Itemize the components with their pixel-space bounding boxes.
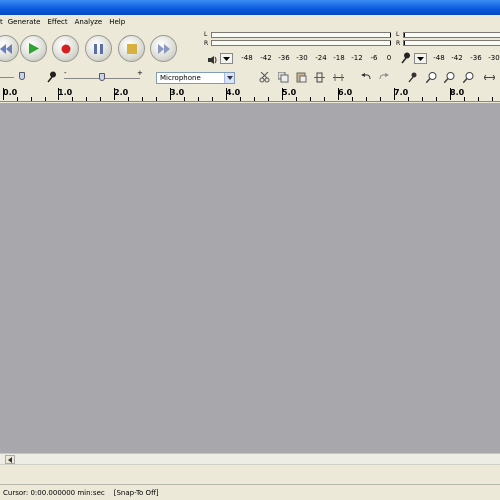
ruler-label: 0.0 xyxy=(3,88,18,97)
menu-generate[interactable]: Generate xyxy=(8,18,41,26)
redo-icon xyxy=(379,72,389,79)
paste-button[interactable] xyxy=(294,70,309,84)
snap-status-text: [Snap-To Off] xyxy=(113,488,159,497)
input-volume-slider[interactable] xyxy=(99,73,105,81)
output-volume-slider[interactable] xyxy=(19,72,25,80)
playback-left-label: L xyxy=(204,31,208,38)
trim-outside-button[interactable] xyxy=(312,70,327,84)
status-bar: Cursor: 0:00.000000 min:sec [Snap-To Off… xyxy=(0,484,500,500)
menu-bar: t Generate Effect Analyze Help xyxy=(0,15,500,29)
stop-icon xyxy=(126,43,137,54)
copy-icon xyxy=(278,71,289,82)
menu-help[interactable]: Help xyxy=(109,18,125,26)
playback-right-bar xyxy=(211,40,391,46)
record-left-label: L xyxy=(396,31,400,38)
fit-icon xyxy=(484,74,495,80)
trim-icon xyxy=(314,72,325,82)
cursor-position-text: Cursor: 0:00.000000 min:sec xyxy=(3,488,105,497)
zoom-in-button[interactable] xyxy=(424,70,439,84)
scissors-icon xyxy=(259,71,270,82)
output-volume-track xyxy=(0,77,14,78)
undo-icon xyxy=(361,72,371,79)
ruler-label: 5.0 xyxy=(282,88,297,97)
input-source-value: Microphone xyxy=(160,74,201,82)
menu-analyze[interactable]: Analyze xyxy=(75,18,103,26)
toolbar-area: L R L R -48 -42 -36 -30 -24 -18 -12 -6 0… xyxy=(0,29,500,87)
horizontal-scrollbar[interactable] xyxy=(0,453,500,464)
trim-button[interactable] xyxy=(257,70,272,84)
scroll-left-button[interactable] xyxy=(5,455,15,464)
sync-lock-button[interactable] xyxy=(405,70,420,84)
zoom-selection-icon xyxy=(463,71,474,83)
ruler-label: 6.0 xyxy=(338,88,353,97)
play-icon xyxy=(28,43,39,54)
selection-toolbar xyxy=(0,464,500,484)
record-meter[interactable]: L R xyxy=(396,31,500,53)
paste-icon xyxy=(296,72,307,82)
zoom-in-icon xyxy=(426,71,437,83)
microphone-icon xyxy=(44,70,59,84)
zoom-out-button[interactable] xyxy=(442,70,457,84)
ruler-label: 1.0 xyxy=(58,88,73,97)
input-volume-min-label: - xyxy=(64,69,67,77)
undo-button[interactable] xyxy=(359,70,374,84)
title-bar xyxy=(0,0,500,15)
ruler-label: 7.0 xyxy=(394,88,409,97)
menu-edit-partial[interactable]: t xyxy=(0,18,3,26)
playback-left-bar xyxy=(211,32,391,38)
record-left-bar xyxy=(403,32,500,38)
playback-meter[interactable]: L R xyxy=(204,31,394,53)
zoom-out-icon xyxy=(444,71,455,83)
fit-selection-button[interactable] xyxy=(461,70,476,84)
redo-button[interactable] xyxy=(376,70,391,84)
silence-button[interactable] xyxy=(331,70,346,84)
record-meter-scale: -48 -42 -36 -30 xyxy=(433,54,500,62)
ruler-label: 4.0 xyxy=(226,88,241,97)
menu-effect[interactable]: Effect xyxy=(47,18,67,26)
input-source-select[interactable]: Microphone xyxy=(156,72,235,84)
record-right-bar xyxy=(403,40,500,46)
skip-to-start-icon xyxy=(0,43,12,54)
copy-button[interactable] xyxy=(276,70,291,84)
record-right-label: R xyxy=(396,40,401,47)
chevron-left-icon xyxy=(8,456,12,463)
timeline-ruler[interactable]: 0.0 1.0 2.0 3.0 4.0 5.0 6.0 7.0 8.0 xyxy=(0,88,500,102)
microphone-icon xyxy=(407,72,416,82)
ruler-label: 3.0 xyxy=(170,88,185,97)
silence-icon xyxy=(333,73,344,81)
input-volume-max-label: + xyxy=(137,69,143,77)
track-panel[interactable] xyxy=(0,103,500,453)
chevron-down-icon xyxy=(224,73,234,83)
skip-to-end-icon xyxy=(157,43,170,54)
ruler-label: 8.0 xyxy=(450,88,465,97)
record-icon xyxy=(61,44,70,53)
pause-icon xyxy=(94,43,103,54)
ruler-label: 2.0 xyxy=(114,88,129,97)
playback-right-label: R xyxy=(204,40,209,47)
fit-project-button[interactable] xyxy=(482,70,497,84)
